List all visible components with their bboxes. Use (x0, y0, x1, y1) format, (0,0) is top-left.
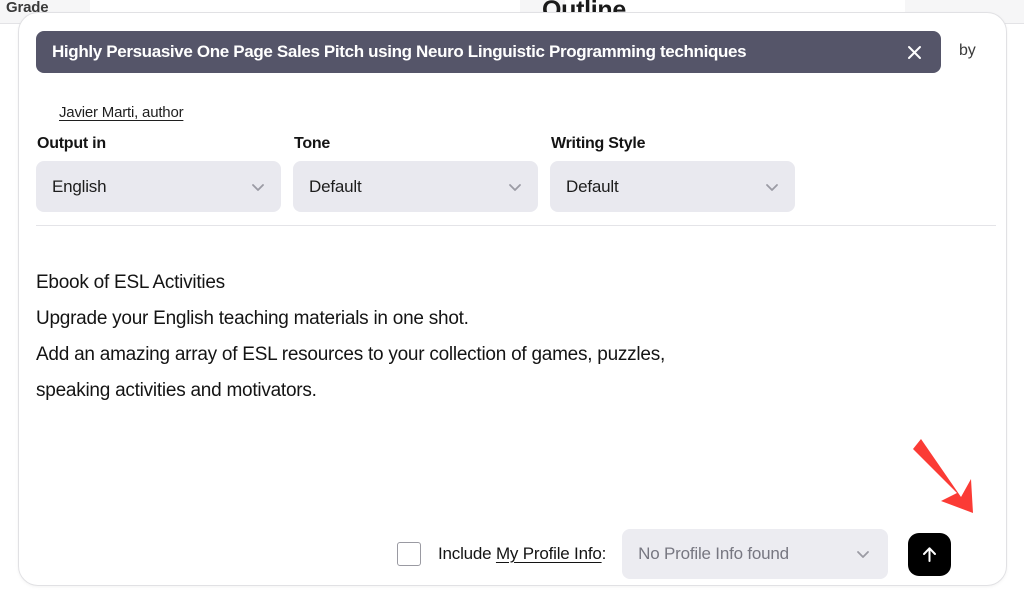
select-profile-info-value: No Profile Info found (638, 544, 854, 564)
include-profile-label: Include My Profile Info: (438, 544, 606, 564)
field-label-writing-style: Writing Style (550, 135, 795, 153)
close-icon[interactable] (901, 39, 927, 65)
field-label-output-in: Output in (36, 135, 281, 153)
prompt-card: Highly Persuasive One Page Sales Pitch u… (18, 12, 1007, 586)
section-divider (36, 225, 996, 226)
chevron-down-icon (854, 545, 872, 563)
options-row: Output in English Tone Default (36, 135, 996, 212)
field-output-in: Output in English (36, 135, 281, 212)
include-prefix: Include (438, 544, 496, 563)
include-profile-checkbox[interactable] (397, 542, 421, 566)
field-label-tone: Tone (293, 135, 538, 153)
select-writing-style-value: Default (566, 177, 763, 197)
prompt-line: speaking activities and motivators. (36, 373, 966, 409)
author-link[interactable]: Javier Marti, author (59, 104, 183, 121)
chevron-down-icon (249, 178, 267, 196)
select-writing-style[interactable]: Default (550, 161, 795, 212)
chevron-down-icon (763, 178, 781, 196)
submit-button[interactable] (908, 533, 951, 576)
select-tone-value: Default (309, 177, 506, 197)
title-row: Highly Persuasive One Page Sales Pitch u… (36, 31, 986, 73)
prompt-line: Add an amazing array of ESL resources to… (36, 337, 966, 373)
field-tone: Tone Default (293, 135, 538, 212)
by-label: by (959, 42, 976, 60)
prompt-textarea[interactable]: Ebook of ESL Activities Upgrade your Eng… (36, 265, 966, 409)
field-writing-style: Writing Style Default (550, 135, 795, 212)
select-output-in[interactable]: English (36, 161, 281, 212)
title-text: Highly Persuasive One Page Sales Pitch u… (52, 42, 891, 62)
prompt-line: Ebook of ESL Activities (36, 265, 966, 301)
prompt-line: Upgrade your English teaching materials … (36, 301, 966, 337)
footer-row: Include My Profile Info: No Profile Info… (397, 525, 992, 583)
include-suffix: : (602, 544, 607, 563)
select-tone[interactable]: Default (293, 161, 538, 212)
chevron-down-icon (506, 178, 524, 196)
title-pill[interactable]: Highly Persuasive One Page Sales Pitch u… (36, 31, 941, 73)
select-profile-info[interactable]: No Profile Info found (622, 529, 888, 579)
select-output-in-value: English (52, 177, 249, 197)
my-profile-info-link[interactable]: My Profile Info (496, 544, 602, 563)
